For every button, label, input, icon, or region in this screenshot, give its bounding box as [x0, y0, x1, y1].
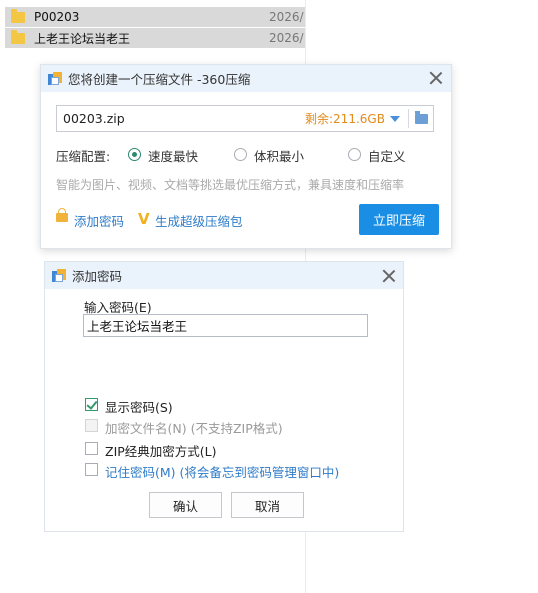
- compress-config-row: 压缩配置: 速度最快 体积最小 自定义: [56, 146, 436, 164]
- file-name: P00203: [34, 10, 80, 24]
- dropdown-icon[interactable]: [390, 116, 400, 122]
- password-dialog-title: 添加密码: [72, 269, 123, 284]
- close-icon[interactable]: [382, 269, 396, 283]
- folder-icon: [11, 8, 25, 23]
- app-icon: [52, 268, 66, 283]
- free-space-label: 剩余:211.6GB: [305, 112, 385, 126]
- radio-smallest[interactable]: [234, 148, 247, 161]
- radio-custom-label[interactable]: 自定义: [368, 146, 406, 165]
- config-label: 压缩配置:: [56, 148, 111, 164]
- zip-path-field: 剩余:211.6GB: [56, 105, 434, 132]
- compress-now-button[interactable]: 立即压缩: [359, 204, 439, 235]
- compress-hint: 智能为图片、视频、文档等挑选最优压缩方式，兼具速度和压缩率: [56, 178, 405, 192]
- super-package-link[interactable]: 生成超级压缩包: [155, 211, 243, 230]
- remember-password-label[interactable]: 记住密码(M) (将会备忘到密码管理窗口中): [105, 462, 339, 481]
- show-password-checkbox[interactable]: [85, 398, 98, 411]
- close-icon[interactable]: [429, 71, 443, 85]
- radio-fastest-label[interactable]: 速度最快: [148, 146, 198, 165]
- file-row[interactable]: P00203 2026/: [5, 7, 305, 27]
- cancel-button[interactable]: 取消: [231, 492, 304, 518]
- lock-icon: [56, 208, 68, 222]
- v-icon: V: [138, 210, 150, 228]
- compress-dialog-title: 您将创建一个压缩文件 -360压缩: [68, 72, 251, 87]
- compress-dialog: 您将创建一个压缩文件 -360压缩 剩余:211.6GB 压缩配置: 速度最快 …: [40, 64, 452, 249]
- zip-classic-checkbox[interactable]: [85, 442, 98, 455]
- encrypt-filenames-label[interactable]: 加密文件名(N) (不支持ZIP格式): [105, 418, 283, 437]
- compress-dialog-titlebar[interactable]: 您将创建一个压缩文件 -360压缩: [41, 65, 451, 92]
- remember-password-checkbox[interactable]: [85, 463, 98, 476]
- radio-custom[interactable]: [348, 148, 361, 161]
- file-date: 2026/: [269, 31, 304, 45]
- radio-fastest[interactable]: [128, 148, 141, 161]
- folder-icon: [11, 29, 25, 44]
- password-dialog: 添加密码 输入密码(E) 显示密码(S) 加密文件名(N) (不支持ZIP格式)…: [44, 261, 404, 532]
- folder-icon[interactable]: [415, 111, 428, 124]
- confirm-button[interactable]: 确认: [149, 492, 222, 518]
- add-password-link[interactable]: 添加密码: [74, 211, 124, 230]
- password-dialog-titlebar[interactable]: 添加密码: [45, 262, 403, 289]
- file-date: 2026/: [269, 10, 304, 24]
- zip-classic-label[interactable]: ZIP经典加密方式(L): [105, 441, 217, 460]
- show-password-label[interactable]: 显示密码(S): [105, 397, 173, 416]
- divider: [408, 109, 409, 128]
- app-icon: [48, 71, 62, 86]
- password-input[interactable]: [83, 314, 368, 337]
- radio-smallest-label[interactable]: 体积最小: [254, 146, 304, 165]
- file-row[interactable]: 上老王论坛当老王 2026/: [5, 28, 305, 48]
- file-name: 上老王论坛当老王: [34, 31, 131, 46]
- encrypt-filenames-checkbox[interactable]: [85, 419, 98, 432]
- zip-filename-input[interactable]: [61, 110, 285, 127]
